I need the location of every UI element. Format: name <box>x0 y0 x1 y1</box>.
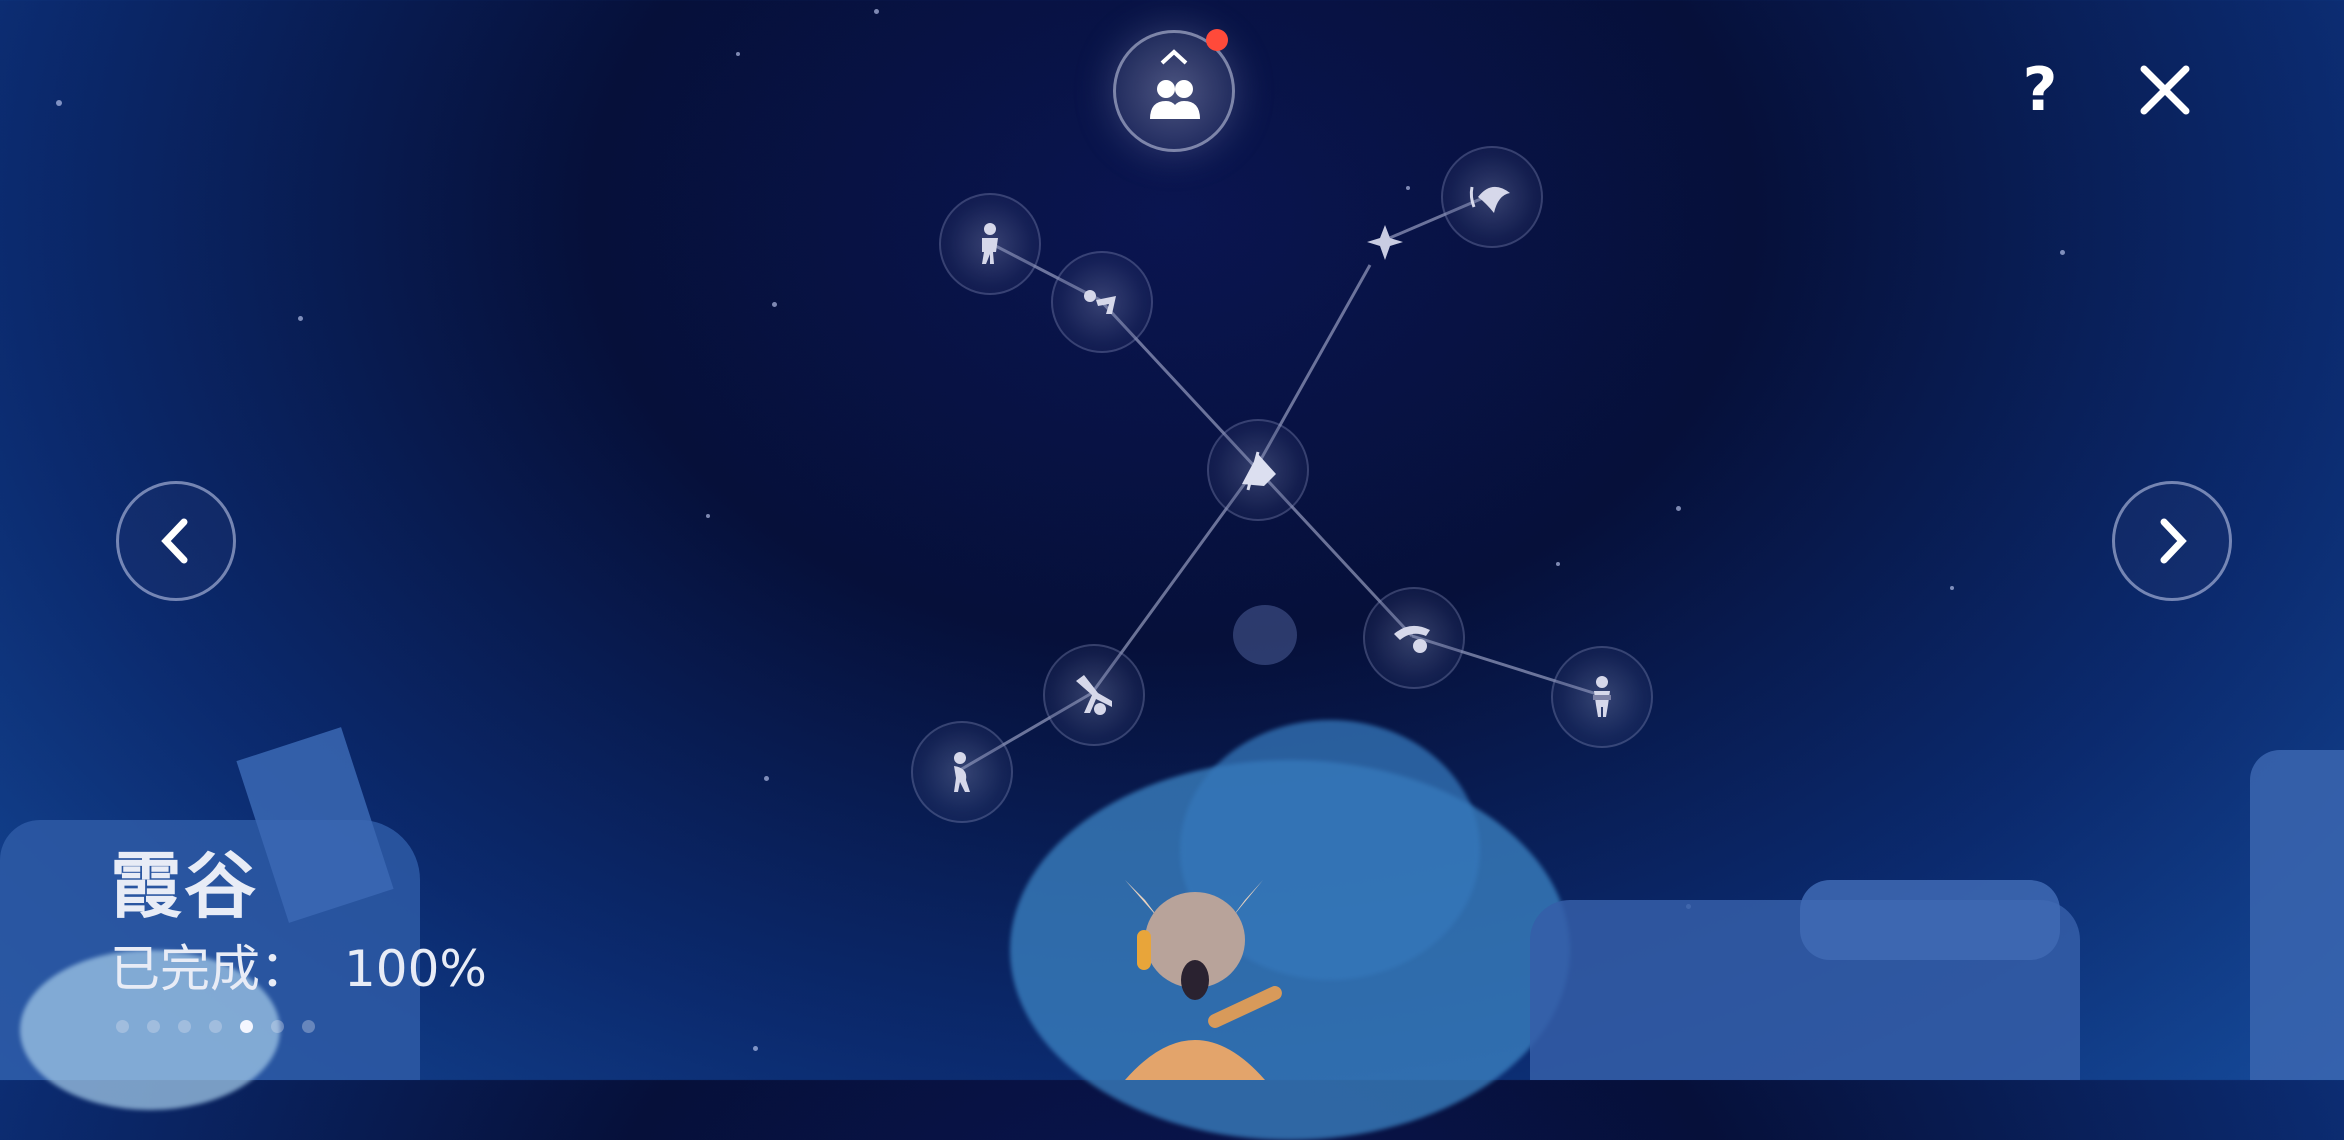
dolphin-dive-icon <box>1469 186 1510 213</box>
spirit-node-float[interactable] <box>911 721 1013 823</box>
spirit-node-dive[interactable] <box>1441 146 1543 248</box>
spirit-node-stand[interactable] <box>939 193 1041 295</box>
chevron-right-icon <box>2160 518 2187 564</box>
page-indicator <box>116 1020 315 1033</box>
close-icon <box>2140 65 2190 115</box>
friends-icon <box>1150 80 1200 119</box>
chevron-up-icon <box>1160 49 1188 65</box>
spirit-shadow <box>1233 605 1297 665</box>
constellation-center-cape[interactable] <box>1207 419 1309 521</box>
page-dot <box>271 1020 284 1033</box>
previous-area-button[interactable] <box>116 481 236 601</box>
page-dot <box>116 1020 129 1033</box>
page-dot <box>302 1020 315 1033</box>
float-pose-icon <box>954 752 970 792</box>
notification-badge <box>1206 29 1228 51</box>
crossed-arms-icon <box>1593 676 1611 717</box>
star-marker-icon <box>1367 225 1403 260</box>
next-area-button[interactable] <box>2112 481 2232 601</box>
friends-button[interactable] <box>1113 29 1235 152</box>
help-button[interactable]: ? <box>2005 55 2075 125</box>
progress-label: 已完成： <box>110 940 310 998</box>
page-dot <box>209 1020 222 1033</box>
spirit-node-dance[interactable] <box>1363 587 1465 689</box>
close-button[interactable] <box>2130 55 2200 125</box>
progress-value: 100% <box>344 940 487 998</box>
chevron-left-icon <box>161 518 188 564</box>
spirit-node-crossed-arms[interactable] <box>1551 646 1653 748</box>
page-dot <box>147 1020 160 1033</box>
bow-icon <box>1084 290 1116 314</box>
area-progress: 已完成： 100% <box>110 944 487 994</box>
area-name: 霞谷 <box>110 844 259 928</box>
cape-icon <box>1242 451 1276 491</box>
stand-pose-icon <box>982 223 998 264</box>
page-dot <box>178 1020 191 1033</box>
help-icon: ? <box>2022 55 2058 125</box>
dancing-pose-icon <box>1394 625 1430 653</box>
page-dot <box>240 1020 253 1033</box>
spirit-node-bow[interactable] <box>1051 251 1153 353</box>
spirit-node-cartwheel[interactable] <box>1043 644 1145 746</box>
cartwheel-icon <box>1076 675 1112 715</box>
area-info: 霞谷 已完成： 100% <box>110 850 487 994</box>
